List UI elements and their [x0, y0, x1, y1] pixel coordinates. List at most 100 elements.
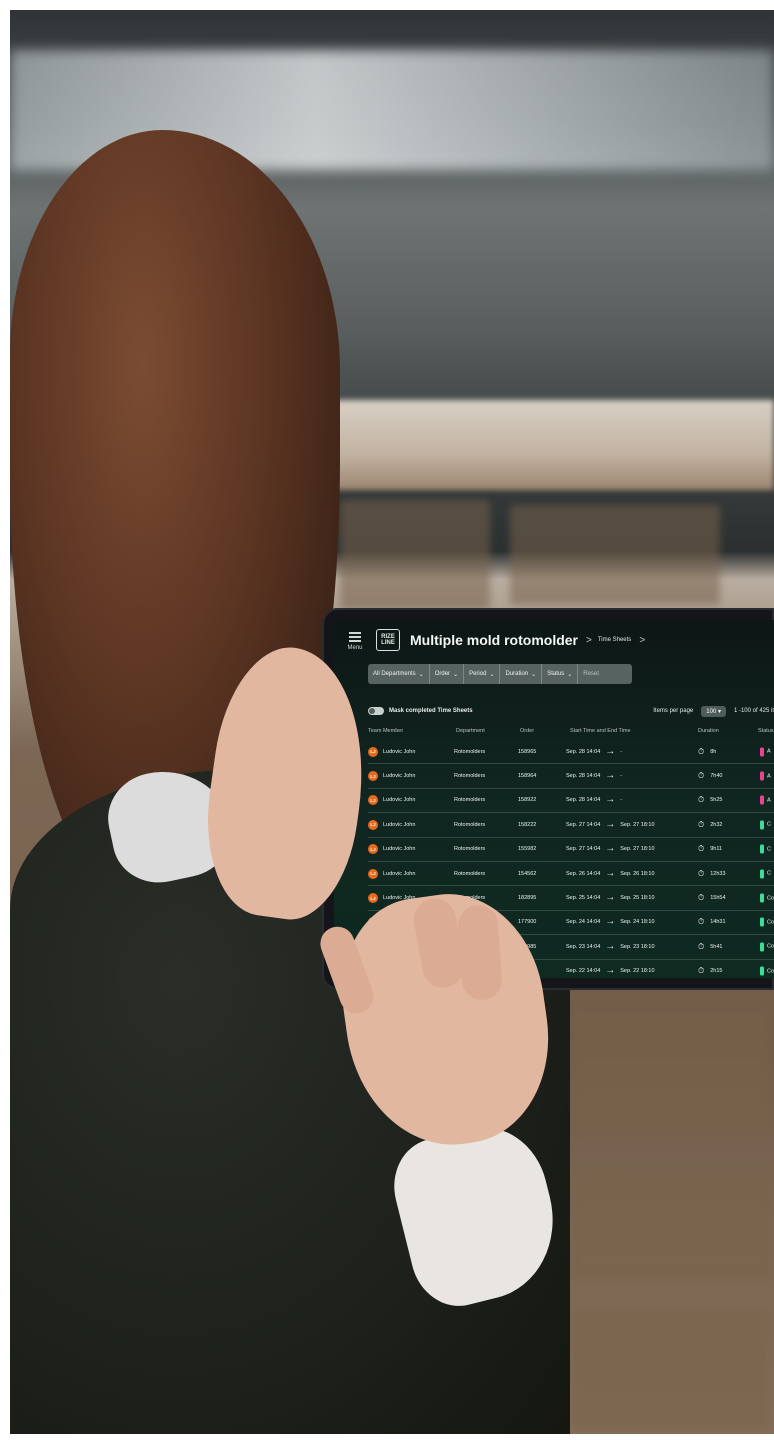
logo-text: RIZE LINE — [381, 634, 395, 646]
hamburger-icon — [349, 630, 361, 644]
cell-duration: ⏱ 2h32 — [698, 820, 723, 830]
stopwatch-icon: ⏱ — [698, 917, 705, 927]
status-text: C — [767, 870, 771, 877]
cell-duration: ⏱ 5h25 — [698, 795, 723, 805]
cell-order: 154562 — [518, 870, 537, 877]
start-time: Sep. 27 14:04 — [566, 821, 601, 828]
cell-duration: ⏱ 5h41 — [698, 942, 723, 952]
cardboard-box — [570, 1010, 770, 1130]
right-arrow-icon: → — [605, 843, 616, 855]
cell-order: 177900 — [518, 919, 537, 926]
status-chip — [760, 795, 764, 805]
top-bar: Menu RIZE LINE Multiple mold rotomolder … — [334, 620, 774, 660]
table-row[interactable]: LJ Ludovic John Rotomolders 158965 Sep. 28 1… — [368, 740, 774, 765]
right-arrow-icon: → — [605, 965, 616, 977]
filter-bar: All Departments ⌄ Order ⌄ Period ⌄ Duration… — [368, 664, 632, 684]
header-department[interactable]: Department — [456, 728, 485, 734]
cell-duration: ⏱ 2h15 — [698, 966, 723, 976]
filter-duration[interactable]: Duration ⌄ — [500, 664, 543, 684]
end-time: Sep. 25 18:10 — [620, 895, 655, 902]
items-per-page-select[interactable]: 100 ▾ — [701, 705, 726, 717]
status-chip — [760, 844, 764, 854]
status-chip — [760, 820, 764, 830]
cell-duration: ⏱ 7h40 — [698, 771, 723, 781]
duration-value: 15h54 — [710, 895, 726, 902]
cell-time: Sep. 28 14:04 → - — [566, 794, 623, 806]
member-name: Ludovic John — [383, 773, 416, 780]
avatar: LJ — [368, 746, 378, 757]
end-time: Sep. 26 18:10 — [620, 870, 655, 877]
filter-order-label: Order — [434, 671, 451, 677]
header-status[interactable]: Status — [758, 728, 774, 734]
cell-status: Co — [760, 966, 774, 976]
end-time: Sep. 22 18:10 — [620, 968, 655, 975]
menu-button[interactable]: Menu — [338, 630, 372, 651]
avatar: LJ — [368, 771, 378, 782]
table-row[interactable]: LJ Ludovic John Rotomolders 158922 Sep. 28 1… — [368, 789, 774, 814]
end-time: - — [620, 748, 623, 755]
header-duration[interactable]: Duration — [698, 728, 719, 734]
status-text: A — [767, 748, 771, 755]
stopwatch-icon: ⏱ — [698, 844, 705, 854]
mask-completed-label: Mask completed Time Sheets — [389, 708, 473, 714]
cell-team-member: LJ Ludovic John — [368, 868, 415, 879]
cell-status: Co — [760, 917, 774, 927]
cell-duration: ⏱ 12h33 — [698, 869, 726, 879]
filter-status[interactable]: Status ⌄ — [542, 664, 579, 684]
chevron-down-icon: ▾ — [717, 708, 721, 715]
header-start-end-time[interactable]: Start Time and End Time — [570, 728, 631, 734]
table-row[interactable]: LJ Ludovic John Rotomolders 158964 Sep. 28 1… — [368, 764, 774, 789]
status-chip — [760, 771, 764, 781]
filter-order[interactable]: Order ⌄ — [430, 664, 465, 684]
stopwatch-icon: ⏱ — [698, 795, 705, 805]
start-time: Sep. 28 14:04 — [566, 748, 601, 755]
cell-team-member: LJ Ludovic John — [368, 844, 416, 855]
cardboard-box — [570, 1170, 770, 1280]
start-time: Sep. 26 14:04 — [566, 870, 601, 877]
end-time: Sep. 24 18:10 — [620, 919, 655, 926]
status-chip — [760, 869, 764, 879]
cardboard-box — [570, 1310, 770, 1430]
avatar: LJ — [368, 868, 378, 879]
status-text: Co — [767, 968, 774, 975]
filter-department[interactable]: All Departments ⌄ — [368, 664, 430, 684]
cell-time: Sep. 24 14:04 → Sep. 24 18:10 — [566, 917, 655, 927]
table-row[interactable]: LJ Ludovic John Rotomolders 155982 Sep. 27 1… — [368, 838, 774, 862]
header-team-member[interactable]: Team Member — [368, 728, 403, 734]
cell-order: 158222 — [518, 821, 537, 828]
member-name: Ludovic John — [383, 748, 416, 755]
table-row[interactable]: LJ Ludovic John Rotomolders 158222 Sep. 27 1… — [368, 813, 774, 838]
reset-button[interactable]: Reset — [578, 664, 604, 684]
pagination-range: 1 -100 of 425 it — [733, 708, 774, 714]
member-name: Ludovic John — [383, 846, 416, 853]
breadcrumb-time-sheets[interactable]: Time Sheets — [598, 637, 631, 643]
cell-department: Rotomolders — [454, 773, 486, 780]
end-time: - — [620, 797, 623, 804]
cell-status: A — [760, 771, 771, 781]
cell-department: Rotomolders — [454, 797, 486, 804]
end-time: Sep. 23 18:10 — [620, 943, 655, 950]
right-arrow-icon: → — [605, 940, 616, 952]
avatar: LJ — [368, 844, 378, 855]
duration-value: 5h41 — [710, 943, 723, 950]
chevron-down-icon: ⌄ — [531, 671, 537, 678]
end-time: - — [620, 773, 623, 780]
chevron-down-icon: ⌄ — [567, 671, 573, 678]
cell-status: Co — [760, 942, 774, 952]
mask-completed-toggle[interactable] — [368, 707, 384, 715]
start-time: Sep. 28 14:04 — [566, 773, 601, 780]
filter-period[interactable]: Period ⌄ — [464, 664, 501, 684]
right-arrow-icon: → — [605, 794, 616, 806]
cell-duration: ⏱ 14h31 — [698, 917, 726, 927]
start-time: Sep. 23 14:04 — [566, 943, 601, 950]
header-order[interactable]: Order — [520, 728, 534, 734]
cell-status: A — [760, 795, 771, 805]
chevron-right-icon: > — [639, 634, 646, 646]
start-time: Sep. 22 14:04 — [566, 968, 601, 975]
status-chip — [760, 966, 764, 976]
stopwatch-icon: ⏱ — [698, 966, 705, 976]
cell-time: Sep. 25 14:04 → Sep. 25 18:10 — [566, 892, 655, 904]
table-row[interactable]: LJ Ludovic John Rotomolders 154562 Sep. 26 1… — [368, 862, 774, 887]
status-text: Co — [767, 943, 774, 950]
right-arrow-icon: → — [605, 892, 616, 904]
